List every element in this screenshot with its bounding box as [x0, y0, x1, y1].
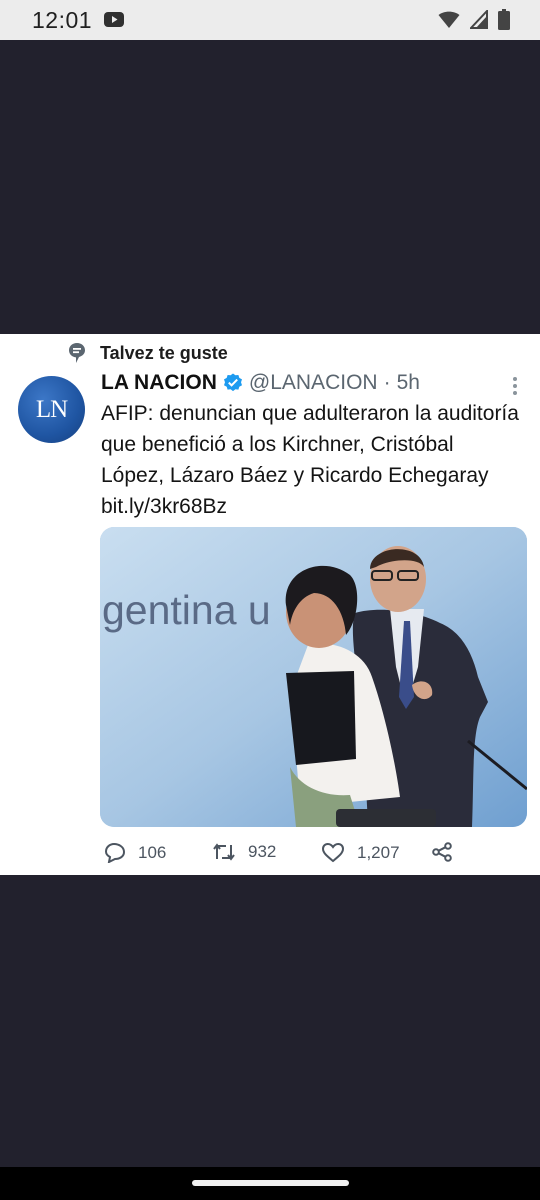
wifi-icon [438, 10, 460, 35]
tweet-image[interactable]: gentina u [100, 527, 527, 827]
handle[interactable]: @LANACION [249, 371, 378, 395]
timestamp[interactable]: 5h [397, 371, 420, 395]
status-time: 12:01 [32, 7, 93, 33]
signal-icon [468, 8, 488, 34]
reply-action[interactable]: 106 [104, 842, 166, 863]
retweet-icon [213, 843, 235, 861]
heart-icon [321, 842, 345, 863]
display-name[interactable]: LA NACION [101, 371, 217, 395]
share-icon [432, 842, 452, 862]
reply-icon [104, 842, 126, 863]
youtube-icon [104, 12, 124, 32]
tweet-card[interactable]: Talvez te guste LN LA NACION @LANACION ·… [0, 334, 540, 875]
context-label: Talvez te guste [100, 342, 228, 363]
dark-area-bottom [0, 875, 540, 1167]
like-count: 1,207 [357, 842, 400, 862]
retweet-count: 932 [248, 842, 277, 861]
dark-area-top [0, 40, 540, 334]
navigation-bar [0, 1167, 540, 1200]
separator-dot: · [383, 371, 391, 394]
topic-bubble-icon [68, 342, 86, 364]
avatar-logo-text: LN [35, 395, 68, 423]
tweet-actions: 106 932 1,207 [104, 842, 524, 868]
home-indicator[interactable] [192, 1180, 349, 1186]
tweet-context: Talvez te guste [68, 342, 228, 364]
status-bar: 12:01 [0, 0, 540, 40]
like-action[interactable]: 1,207 [321, 842, 400, 863]
tweet-text: AFIP: denuncian que adulteraron la audit… [101, 402, 519, 518]
status-icons [438, 8, 510, 35]
share-action[interactable] [431, 842, 465, 862]
battery-icon [498, 9, 510, 35]
retweet-action[interactable]: 932 [212, 842, 276, 862]
reply-count: 106 [138, 842, 167, 862]
verified-badge-icon [223, 373, 243, 393]
avatar[interactable]: LN [18, 376, 85, 443]
media-banner-text: gentina u [102, 587, 271, 633]
tweet-header: LA NACION @LANACION · 5h [101, 371, 420, 395]
